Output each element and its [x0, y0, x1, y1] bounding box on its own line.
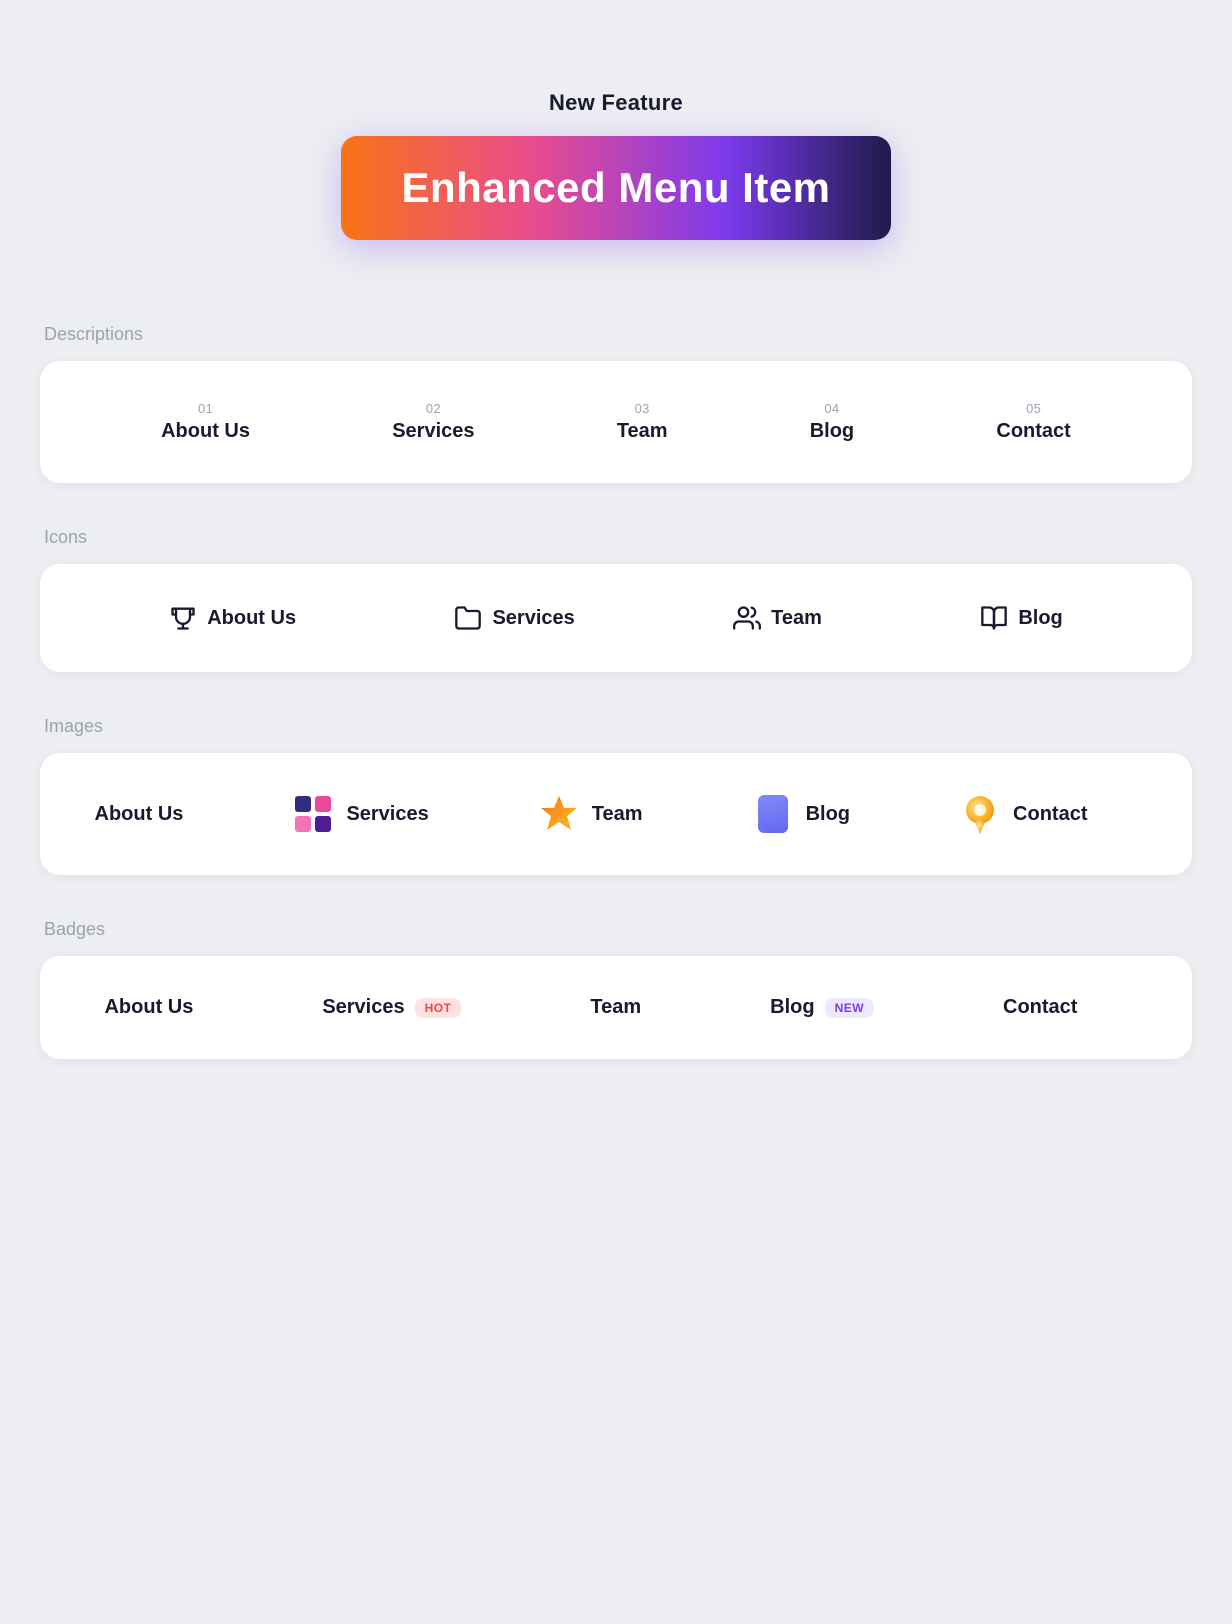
pin-svg: [960, 794, 1000, 834]
img-item-services[interactable]: Services: [292, 793, 428, 835]
icons-label: Icons: [40, 527, 1192, 548]
icons-card: About Us Services Team: [40, 564, 1192, 672]
images-label: Images: [40, 716, 1192, 737]
desc-item-contact[interactable]: 05 Contact: [996, 401, 1070, 443]
img-label-about: About Us: [95, 803, 184, 826]
desc-label-blog: Blog: [810, 420, 854, 443]
badge-label-contact: Contact: [1003, 996, 1077, 1019]
icon-item-about[interactable]: About Us: [169, 604, 296, 632]
desc-number-services: 02: [426, 401, 441, 416]
star-orange-icon: [538, 793, 580, 835]
desc-number-blog: 04: [824, 401, 839, 416]
icon-label-blog: Blog: [1018, 607, 1062, 630]
badge-label-services: Services: [322, 996, 404, 1019]
book-icon: [980, 604, 1008, 632]
desc-number-contact: 05: [1026, 401, 1041, 416]
hot-badge: HOT: [415, 998, 462, 1018]
desc-item-about[interactable]: 01 About Us: [161, 401, 250, 443]
desc-label-about: About Us: [161, 420, 250, 443]
badge-item-about[interactable]: About Us: [104, 996, 193, 1019]
images-card: About Us Services: [40, 753, 1192, 875]
badge-item-contact[interactable]: Contact: [1003, 996, 1077, 1019]
badge-item-team[interactable]: Team: [590, 996, 641, 1019]
people-icon: [733, 604, 761, 632]
img-label-services: Services: [346, 803, 428, 826]
icons-section: Icons About Us Services: [40, 491, 1192, 672]
desc-label-team: Team: [617, 420, 668, 443]
img-item-contact[interactable]: Contact: [959, 793, 1087, 835]
pin-yellow-icon: [959, 793, 1001, 835]
desc-label-services: Services: [392, 420, 474, 443]
badges-label: Badges: [40, 919, 1192, 940]
new-feature-label: New Feature: [549, 90, 683, 116]
blue-rect-icon: [752, 793, 794, 835]
img-label-team: Team: [592, 803, 643, 826]
badge-item-services[interactable]: Services HOT: [322, 996, 461, 1019]
icon-item-team[interactable]: Team: [733, 604, 822, 632]
descriptions-section: Descriptions 01 About Us 02 Services 03 …: [40, 288, 1192, 483]
hero-section: New Feature Enhanced Menu Item: [40, 60, 1192, 240]
badge-label-about: About Us: [104, 996, 193, 1019]
icon-item-blog[interactable]: Blog: [980, 604, 1062, 632]
descriptions-label: Descriptions: [40, 324, 1192, 345]
badge-item-blog[interactable]: Blog NEW: [770, 996, 874, 1019]
img-item-about[interactable]: About Us: [95, 803, 184, 826]
purple-grid-icon: [292, 793, 334, 835]
icon-label-services: Services: [492, 607, 574, 630]
new-badge: NEW: [825, 998, 875, 1018]
desc-item-services[interactable]: 02 Services: [392, 401, 474, 443]
desc-number-team: 03: [635, 401, 650, 416]
icon-label-about: About Us: [207, 607, 296, 630]
desc-number-about: 01: [198, 401, 213, 416]
badge-label-blog: Blog: [770, 996, 814, 1019]
descriptions-card: 01 About Us 02 Services 03 Team 04 Blog …: [40, 361, 1192, 483]
icon-item-services[interactable]: Services: [454, 604, 574, 632]
desc-label-contact: Contact: [996, 420, 1070, 443]
trophy-icon: [169, 604, 197, 632]
badges-card: About Us Services HOT Team Blog NEW Cont…: [40, 956, 1192, 1059]
icon-label-team: Team: [771, 607, 822, 630]
images-section: Images About Us Services: [40, 680, 1192, 875]
desc-item-blog[interactable]: 04 Blog: [810, 401, 854, 443]
star-svg: [539, 794, 579, 834]
folder-icon: [454, 604, 482, 632]
img-item-blog[interactable]: Blog: [752, 793, 850, 835]
badges-section: Badges About Us Services HOT Team Blog N…: [40, 883, 1192, 1059]
img-item-team[interactable]: Team: [538, 793, 643, 835]
desc-item-team[interactable]: 03 Team: [617, 401, 668, 443]
img-label-contact: Contact: [1013, 803, 1087, 826]
badge-label-team: Team: [590, 996, 641, 1019]
img-label-blog: Blog: [806, 803, 850, 826]
enhanced-menu-banner: Enhanced Menu Item: [341, 136, 890, 240]
enhanced-menu-text: Enhanced Menu Item: [401, 164, 830, 212]
